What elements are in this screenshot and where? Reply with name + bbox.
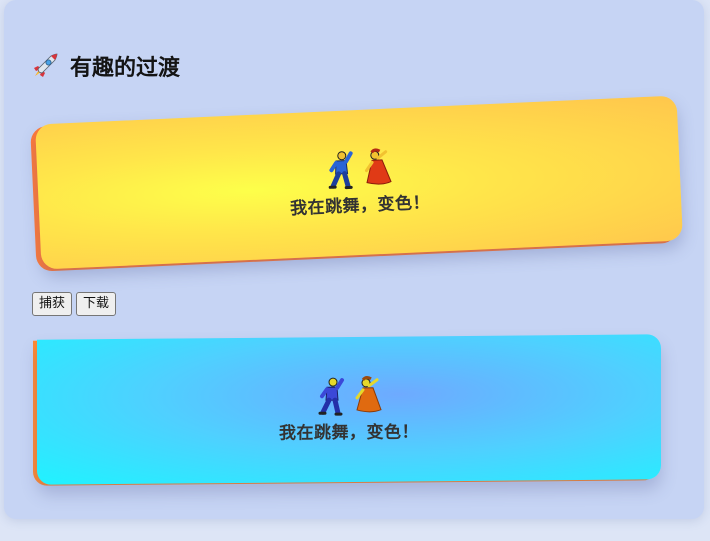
man-dancing-icon	[318, 377, 344, 416]
download-button[interactable]: 下载	[76, 292, 117, 316]
dancer-icons	[313, 376, 385, 417]
page-title: 有趣的过渡	[70, 56, 181, 81]
card-label: 我在跳舞，变色！	[279, 422, 419, 444]
rocket-icon	[34, 53, 58, 77]
dancer-icons	[322, 147, 396, 190]
page-heading: 有趣的过渡	[30, 50, 180, 82]
card-surface: 我在跳舞，变色！	[35, 95, 683, 270]
man-dancing-icon	[328, 151, 353, 190]
card-surface: 我在跳舞，变色！	[37, 334, 661, 485]
woman-dancing-icon	[355, 376, 382, 413]
card-label: 我在跳舞，变色！	[289, 192, 431, 220]
main-panel: 有趣的过渡 我在跳舞，变色！ 捕获 下载 我在跳舞，变色！	[4, 0, 704, 519]
capture-button[interactable]: 捕获	[32, 292, 73, 316]
action-buttons: 捕获 下载	[32, 292, 117, 316]
dancing-card-top: 我在跳舞，变色！	[30, 95, 683, 272]
woman-dancing-icon	[364, 148, 392, 185]
dancing-card-bottom: 我在跳舞，变色！	[33, 334, 661, 486]
